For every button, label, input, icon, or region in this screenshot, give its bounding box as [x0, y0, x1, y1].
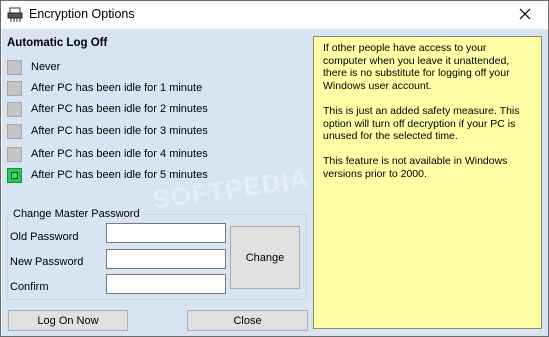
- option-5-minutes-radio[interactable]: [7, 167, 22, 183]
- option-4-minutes-radio[interactable]: [7, 146, 22, 162]
- close-icon: [519, 8, 531, 23]
- selected-indicator: [11, 171, 18, 179]
- log-on-now-button[interactable]: Log On Now: [8, 310, 128, 331]
- option-4-minutes[interactable]: After PC has been idle for 4 minutes: [7, 145, 208, 163]
- log-on-now-button-label: Log On Now: [37, 314, 99, 327]
- shredder-icon: [7, 7, 23, 23]
- change-password-group-title: Change Master Password: [11, 208, 142, 220]
- info-panel: If other people have access to your comp…: [313, 36, 542, 329]
- option-2-minutes-radio[interactable]: [7, 101, 22, 117]
- new-password-label: New Password: [10, 256, 84, 268]
- option-2-minutes-label: After PC has been idle for 2 minutes: [31, 103, 208, 115]
- client-area: Automatic Log Off Never After PC has bee…: [2, 29, 548, 336]
- new-password-field[interactable]: [106, 249, 226, 269]
- change-password-button[interactable]: Change: [230, 226, 300, 289]
- encryption-options-window: Encryption Options Automatic Log Off Nev…: [0, 0, 549, 337]
- option-2-minutes[interactable]: After PC has been idle for 2 minutes: [7, 100, 208, 118]
- option-never[interactable]: Never: [7, 58, 60, 76]
- option-3-minutes[interactable]: After PC has been idle for 3 minutes: [7, 122, 208, 140]
- window-title: Encryption Options: [29, 7, 135, 21]
- option-5-minutes-label: After PC has been idle for 5 minutes: [31, 169, 208, 181]
- option-1-minute-radio[interactable]: [7, 80, 22, 96]
- option-never-label: Never: [31, 61, 61, 73]
- option-3-minutes-radio[interactable]: [7, 123, 22, 139]
- old-password-field[interactable]: [106, 223, 226, 243]
- change-password-button-label: Change: [245, 251, 285, 264]
- confirm-password-field[interactable]: [106, 274, 226, 294]
- option-4-minutes-label: After PC has been idle for 4 minutes: [31, 148, 208, 160]
- old-password-label: Old Password: [10, 231, 79, 243]
- auto-logoff-heading: Automatic Log Off: [7, 37, 108, 49]
- option-never-radio[interactable]: [7, 59, 22, 75]
- close-button[interactable]: Close: [187, 310, 308, 331]
- info-paragraph-2: This is just an added safety measure. Th…: [323, 104, 520, 143]
- option-1-minute[interactable]: After PC has been idle for 1 minute: [7, 79, 202, 97]
- option-1-minute-label: After PC has been idle for 1 minute: [31, 82, 203, 94]
- close-button-label: Close: [233, 314, 262, 327]
- info-paragraph-1: If other people have access to your comp…: [323, 42, 510, 92]
- option-3-minutes-label: After PC has been idle for 3 minutes: [31, 125, 208, 137]
- close-window-button[interactable]: [502, 1, 548, 29]
- info-paragraph-3: This feature is not available in Windows…: [323, 155, 508, 180]
- title-bar[interactable]: Encryption Options: [1, 1, 548, 29]
- confirm-password-label: Confirm: [10, 281, 49, 293]
